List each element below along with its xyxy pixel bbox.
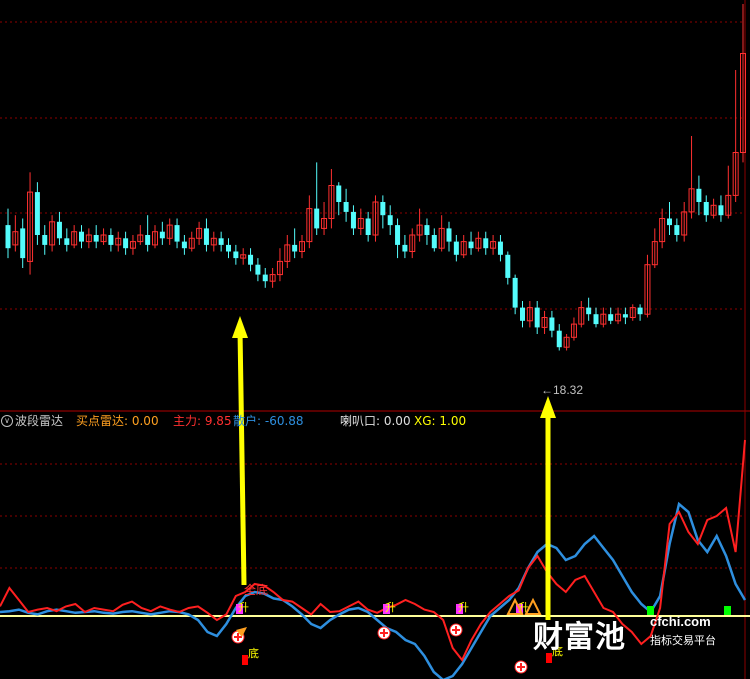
- watermark-tagline: 指标交易平台: [650, 634, 716, 647]
- candle-body: [497, 241, 503, 255]
- candle-body: [512, 277, 518, 308]
- candle-body: [56, 221, 62, 239]
- candle-body: [292, 244, 298, 252]
- candle-body: [226, 244, 231, 252]
- candle-body: [534, 307, 540, 328]
- candle-body: [174, 225, 180, 242]
- candle-body: [336, 185, 342, 202]
- candle-body: [718, 205, 724, 216]
- candle-body: [145, 235, 151, 245]
- candle-body: [637, 307, 643, 315]
- candle-body: [108, 235, 114, 245]
- buy-arrow-1: [232, 316, 248, 586]
- bottom-label: 底: [248, 646, 259, 660]
- candle-body: [380, 202, 386, 216]
- watermark: 财富池 cfchi.com 指标交易平台: [533, 612, 748, 655]
- candle-body: [255, 264, 261, 275]
- indicator-header: ∨ 波段雷达 买点雷达: 0.00 主力: 9.85 散户: -60.88 喇叭…: [0, 412, 750, 430]
- candle-body: [674, 225, 680, 235]
- candle-body: [468, 241, 474, 249]
- horn-value: 喇叭口: 0.00: [340, 414, 411, 428]
- candle-body: [64, 238, 70, 245]
- price-grid: [0, 21, 745, 569]
- candle-body: [395, 225, 401, 245]
- candle-body: [622, 314, 628, 318]
- watermark-brand: 财富池: [533, 620, 626, 655]
- candle-body: [20, 228, 26, 259]
- candle-body: [483, 238, 489, 249]
- buy-radar-value: 买点雷达: 0.00: [76, 414, 159, 428]
- candle-body: [424, 225, 430, 235]
- candle-body: [233, 251, 239, 259]
- candle-body: [343, 202, 349, 212]
- candle-body: [42, 235, 48, 245]
- xg-value: XG: 1.00: [414, 414, 467, 428]
- indicator-name: 波段雷达: [15, 414, 64, 428]
- candle-body: [402, 244, 408, 252]
- candle-body: [608, 314, 614, 321]
- candle-body: [5, 225, 11, 249]
- chart-canvas: ←18.32 升升升升底底 全底: [0, 0, 750, 679]
- candle-body: [446, 228, 452, 242]
- rise-label: 升: [238, 601, 249, 614]
- candlestick-series: [5, 4, 746, 351]
- candle-body: [350, 211, 356, 229]
- candle-body: [387, 215, 393, 226]
- candle-body: [93, 235, 99, 242]
- candle-body: [703, 202, 709, 216]
- candle-body: [586, 307, 592, 315]
- candle-body: [314, 208, 320, 229]
- full-bottom-label: 全底: [244, 582, 268, 597]
- candle-body: [79, 231, 84, 242]
- watermark-url: cfchi.com: [650, 614, 711, 629]
- low-price-label: ←18.32: [541, 383, 583, 397]
- candle-body: [218, 238, 224, 245]
- rise-label: 升: [458, 601, 469, 614]
- candle-body: [262, 274, 268, 282]
- candle-body: [365, 218, 371, 235]
- candle-body: [123, 238, 129, 249]
- candle-body: [453, 241, 459, 255]
- candle-body: [181, 241, 187, 249]
- candle-body: [593, 314, 599, 325]
- candle-body: [248, 254, 254, 265]
- candle-body: [203, 228, 209, 245]
- candle-body: [431, 235, 437, 249]
- collapse-icon[interactable]: ∨: [1, 415, 13, 427]
- candle-body: [520, 307, 525, 321]
- candle-body: [696, 188, 702, 202]
- candle-body: [556, 330, 562, 348]
- candle-body: [667, 218, 672, 226]
- retail-value: 散户: -60.88: [233, 414, 304, 428]
- candle-body: [505, 254, 511, 278]
- candle-body: [549, 317, 555, 331]
- main-force-value: 主力: 9.85: [173, 414, 232, 428]
- retail-line: [0, 501, 747, 679]
- rise-label: 升: [385, 601, 396, 614]
- candle-body: [159, 231, 165, 239]
- candle-body: [34, 192, 40, 235]
